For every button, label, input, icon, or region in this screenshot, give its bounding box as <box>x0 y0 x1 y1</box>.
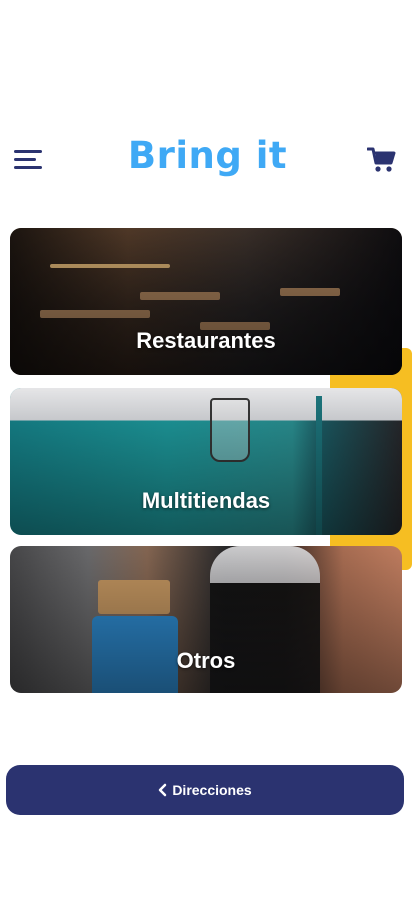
chevron-left-icon <box>159 783 167 797</box>
category-card-otros[interactable]: Otros <box>10 546 402 693</box>
category-label: Multitiendas <box>141 488 271 513</box>
app-header: Bring it <box>0 130 415 190</box>
brand-logo: Bring it <box>0 134 415 177</box>
category-label: Restaurantes <box>136 328 276 353</box>
category-label: Otros <box>176 648 236 673</box>
logo-text: Bring it <box>127 134 288 177</box>
shopping-cart-icon[interactable] <box>366 146 397 174</box>
directions-button[interactable]: Direcciones <box>6 765 404 815</box>
category-card-multitiendas[interactable]: Multitiendas <box>10 388 402 535</box>
directions-label: Direcciones <box>172 782 252 798</box>
category-card-restaurantes[interactable]: Restaurantes <box>10 228 402 375</box>
